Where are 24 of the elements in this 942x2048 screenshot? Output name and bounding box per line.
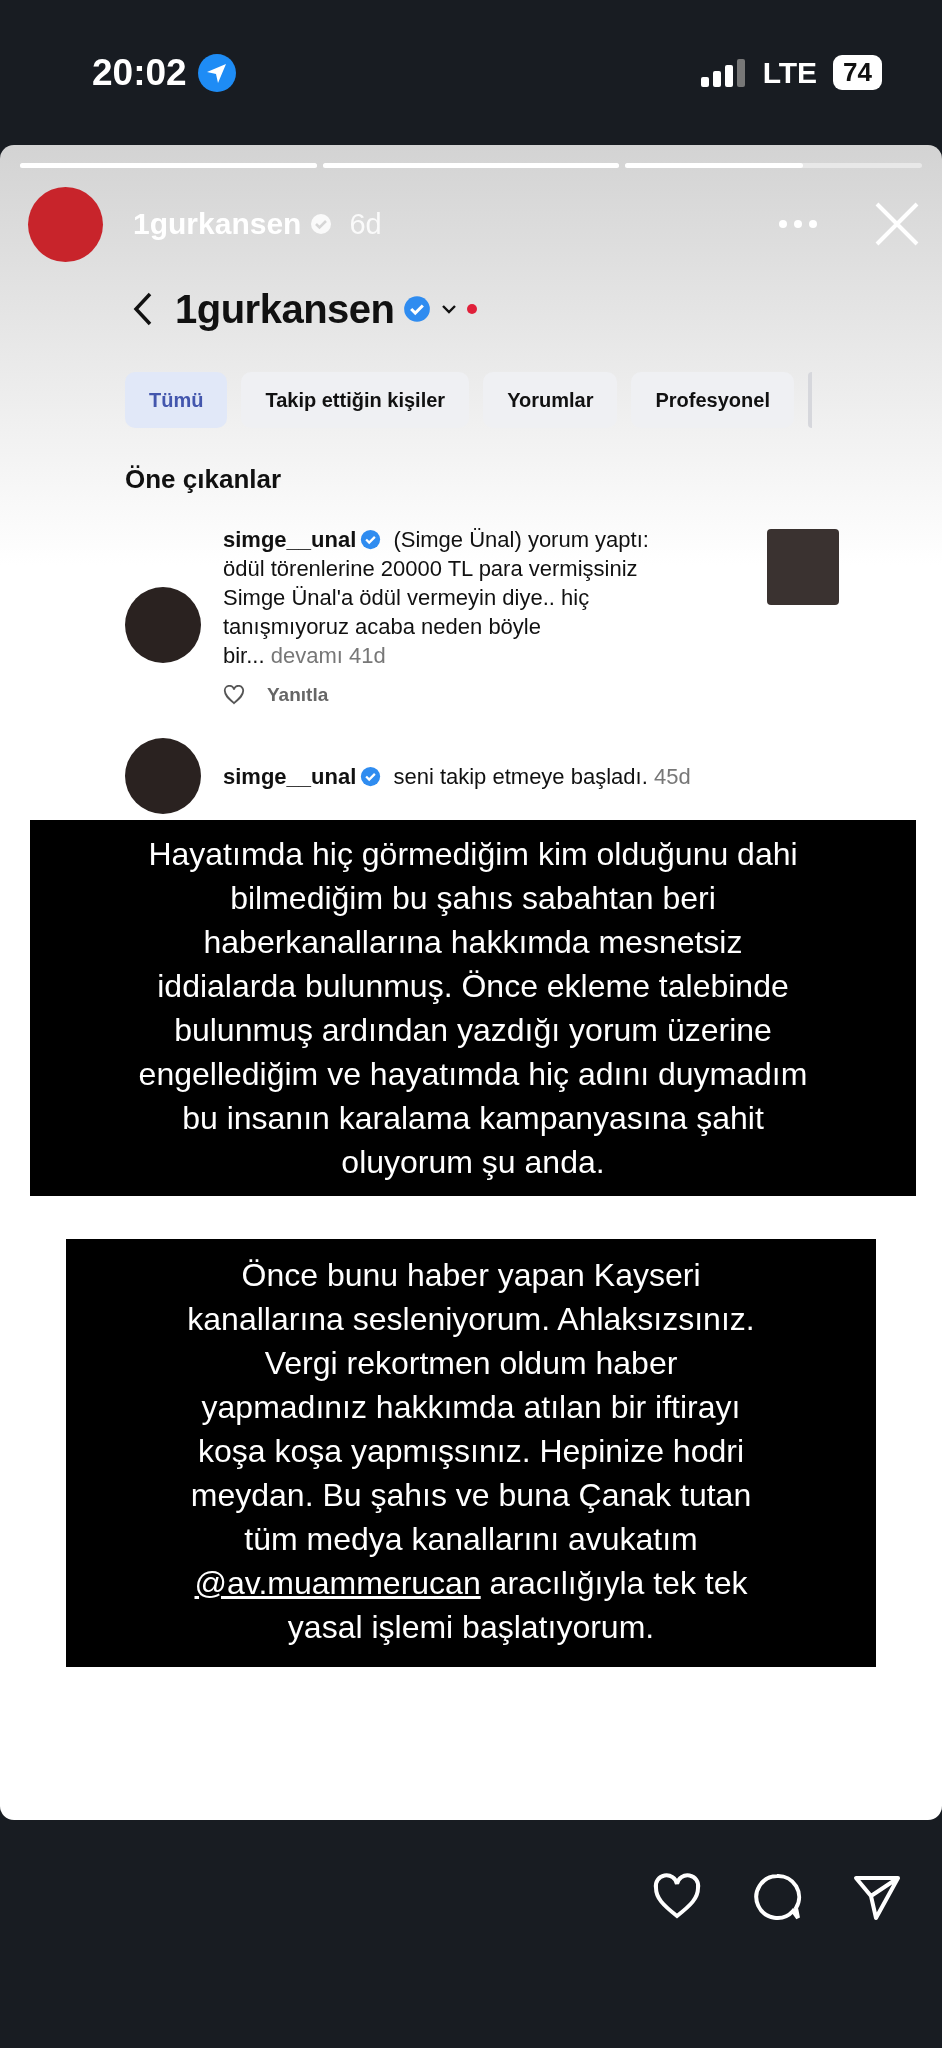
comment-text: bir... [223, 643, 265, 668]
mention-link[interactable]: @av.muammerucan [194, 1565, 481, 1601]
status-time: 20:02 [92, 51, 187, 94]
signal-icon [700, 58, 745, 87]
battery-level: 74 [833, 55, 882, 90]
heart-icon[interactable] [223, 685, 245, 705]
filter-tab[interactable]: Tümü [125, 372, 228, 428]
notification-username[interactable]: simge__unal [223, 763, 357, 789]
comment-icon[interactable] [752, 1872, 802, 1922]
caption-text: Hayatımda hiç görmediğim kim olduğunu dahi bilmediğim bu şahıs sabahtan beri haberkanallarına hakkımda mesnetsiz iddialarda bulunmuş. Önce ekleme talebinde bulunmuş ardından yazdığı yorum üzerine engellediğim ve hayatımda hiç adını duymadım bu insanın karalama kampanyasına şahit oluyorum şu anda. [30, 820, 916, 1196]
more-link[interactable]: devamı [270, 643, 343, 668]
section-title: Öne çıkanlar [125, 464, 283, 495]
follow-text: seni takip etmeye başladı. [393, 763, 648, 789]
reply-button[interactable]: Yanıtla [267, 684, 329, 706]
back-icon[interactable] [133, 291, 153, 327]
network-label: LTE [762, 55, 818, 90]
caption-text: Önce bunu haber yapan Kayseri kanallarına sesleniyorum. Ahlaksızsınız. Vergi rekortmen oldum haber yapmadınız hakkımda atılan bir iftirayı koşa koşa yapmışsınız. Hepinize hodri meydan. Bu şahıs ve buna Çanak tutan tüm medya kanallarını avukatım @av.muammerucan aracılığıyla tek tek yasal işlemi başlatıyorum. [66, 1239, 876, 1667]
notification-dot-icon [466, 304, 477, 314]
notification-username[interactable]: simge__unal [223, 527, 357, 552]
notification-time: 45d [653, 763, 691, 789]
notification-time: 41d [349, 643, 386, 668]
comment-action: (Simge Ünal) yorum yaptı: [393, 527, 649, 552]
chevron-down-icon[interactable] [440, 304, 457, 314]
profile-title: 1gurkansen [175, 286, 395, 332]
